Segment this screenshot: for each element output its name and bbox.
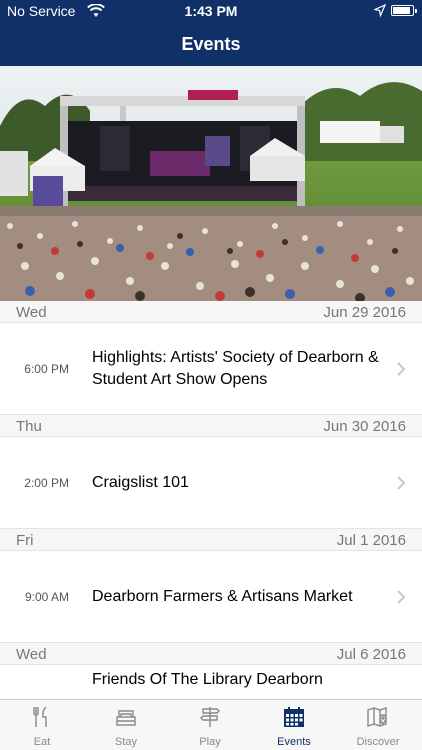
day-weekday: Thu (16, 418, 42, 435)
calendar-icon (284, 707, 304, 727)
status-time: 1:43 PM (184, 3, 238, 19)
page-title: Events (181, 34, 241, 54)
chevron-right-icon (397, 361, 406, 376)
day-header: Wed Jun 29 2016 (0, 301, 422, 323)
tab-stay[interactable]: Stay (84, 700, 168, 750)
day-header: Wed Jul 6 2016 (0, 643, 422, 665)
event-name: Dearborn Farmers & Artisans Market (92, 587, 353, 605)
concert-photo-icon (0, 66, 422, 301)
fork-knife-icon (33, 706, 47, 727)
event-row[interactable]: Friends Of The Library Dearborn (0, 665, 422, 699)
tab-bar: Eat Stay Play Events Discover (0, 699, 422, 750)
tab-events[interactable]: Events (252, 700, 336, 750)
day-weekday: Fri (16, 532, 34, 549)
bed-icon (116, 710, 136, 726)
day-header: Fri Jul 1 2016 (0, 529, 422, 551)
day-weekday: Wed (16, 304, 47, 321)
event-row[interactable]: 9:00 AM Dearborn Farmers & Artisans Mark… (0, 551, 422, 643)
event-row[interactable]: 6:00 PM Highlights: Artists' Society of … (0, 323, 422, 415)
tab-label: Discover (356, 736, 400, 748)
location-arrow-icon (374, 4, 386, 17)
chevron-right-icon (397, 475, 406, 490)
tab-eat[interactable]: Eat (0, 700, 84, 750)
tab-label: Events (277, 736, 311, 748)
signpost-icon (200, 707, 220, 727)
day-date: Jun 30 2016 (323, 418, 406, 435)
tab-label: Eat (33, 736, 51, 748)
event-time: 6:00 PM (24, 361, 69, 376)
battery-icon (391, 5, 417, 16)
chevron-right-icon (397, 589, 406, 604)
event-time: 9:00 AM (24, 589, 69, 604)
day-header: Thu Jun 30 2016 (0, 415, 422, 437)
day-weekday: Wed (16, 646, 47, 663)
tab-label: Play (199, 736, 221, 748)
tab-play[interactable]: Play (168, 700, 252, 750)
events-list[interactable]: Wed Jun 29 2016 6:00 PM Highlights: Arti… (0, 301, 422, 699)
event-name: Highlights: Artists' Society of Dearborn… (92, 348, 379, 388)
hero-image (0, 66, 422, 301)
tab-label: Stay (114, 736, 137, 748)
day-date: Jul 1 2016 (336, 532, 406, 549)
day-date: Jun 29 2016 (323, 304, 406, 321)
day-date: Jul 6 2016 (336, 646, 406, 663)
event-name: Friends Of The Library Dearborn (92, 671, 323, 688)
event-time: 2:00 PM (24, 475, 69, 490)
navigation-header: No Service 1:43 PM Events (0, 0, 422, 66)
tab-discover[interactable]: Discover (336, 700, 420, 750)
event-name: Craigslist 101 (92, 473, 189, 491)
event-row[interactable]: 2:00 PM Craigslist 101 (0, 437, 422, 529)
map-pin-icon (367, 707, 387, 727)
status-bar: No Service 1:43 PM (0, 0, 422, 22)
